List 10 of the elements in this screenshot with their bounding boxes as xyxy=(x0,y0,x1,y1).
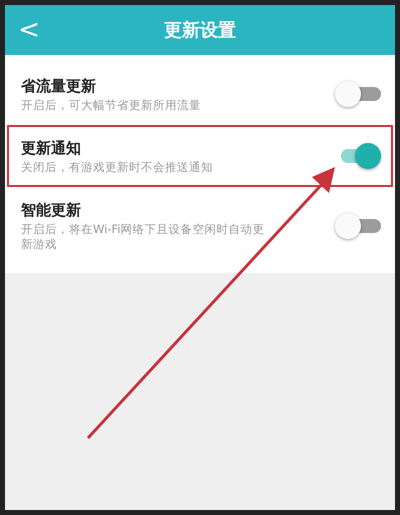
toggle-switch[interactable] xyxy=(335,81,381,107)
back-button[interactable]: < xyxy=(5,17,45,43)
setting-title: 更新通知 xyxy=(21,138,82,160)
page-title: 更新设置 xyxy=(163,18,237,42)
setting-title: 智能更新 xyxy=(21,200,82,222)
setting-title: 省流量更新 xyxy=(21,76,97,97)
toggle-switch[interactable] xyxy=(335,212,381,239)
setting-description: 开启后，可大幅节省更新所用流量 xyxy=(21,98,202,114)
setting-description: 开启后，将在Wi-Fi网络下且设备空闲时自动更新游戏 xyxy=(21,222,266,253)
setting-description: 关闭后，有游戏更新时不会推送通知 xyxy=(21,160,214,176)
